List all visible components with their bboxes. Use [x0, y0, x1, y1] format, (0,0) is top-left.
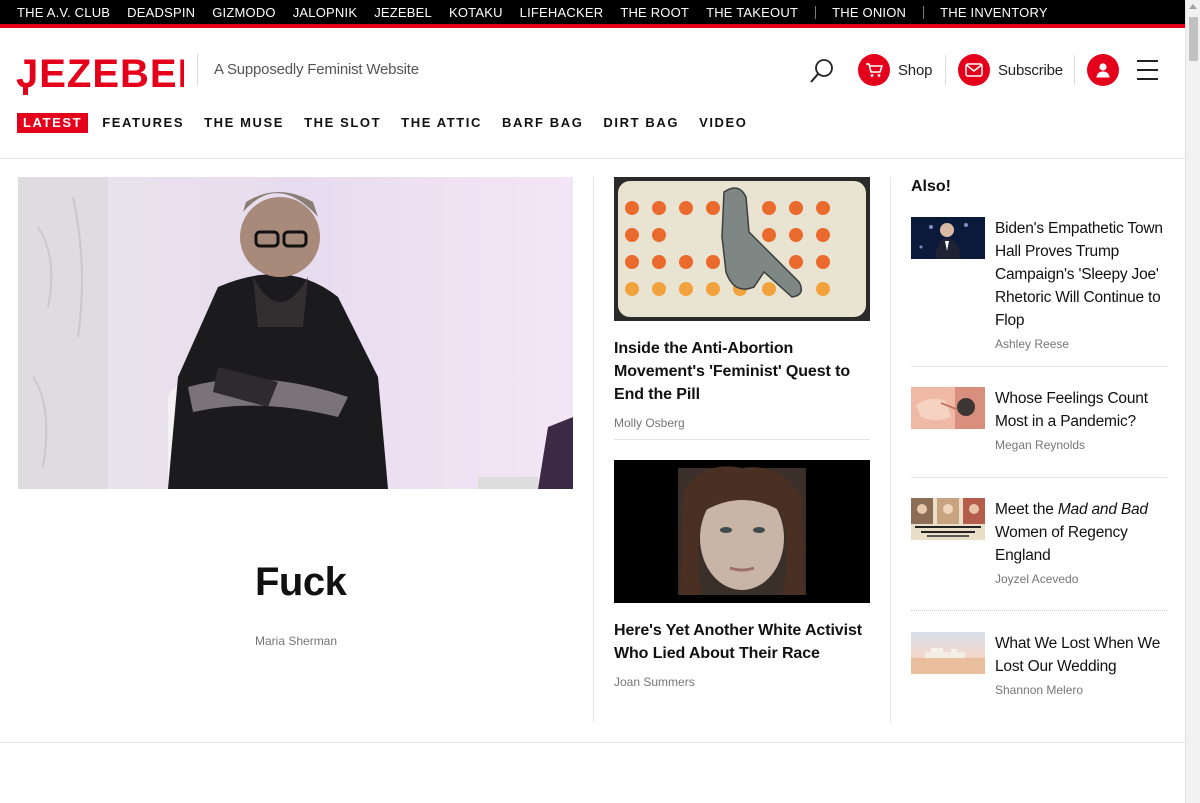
- network-link-gizmodo[interactable]: GIZMODO: [212, 5, 276, 20]
- column-divider: [890, 177, 891, 722]
- nav-barf-bag[interactable]: BARF BAG: [502, 113, 583, 133]
- network-separator: [815, 5, 817, 19]
- also-title[interactable]: Biden's Empathetic Town Hall Proves Trum…: [995, 217, 1167, 332]
- mail-icon: [958, 54, 990, 86]
- also-item: Whose Feelings Count Most in a Pandemic?…: [911, 387, 1167, 452]
- also-divider: [911, 477, 1167, 478]
- network-separator: [923, 5, 925, 19]
- also-divider: [911, 366, 1167, 367]
- section-nav: LATEST FEATURES THE MUSE THE SLOT THE AT…: [17, 113, 768, 133]
- network-link-the-onion[interactable]: THE ONION: [832, 5, 906, 20]
- lead-story-image[interactable]: [18, 177, 573, 489]
- also-thumb-biden[interactable]: [911, 217, 985, 259]
- also-author[interactable]: Shannon Melero: [995, 683, 1167, 697]
- nav-video[interactable]: VIDEO: [699, 113, 747, 133]
- nav-latest[interactable]: LATEST: [17, 113, 89, 133]
- story-title[interactable]: Here's Yet Another White Activist Who Li…: [614, 619, 870, 665]
- story-image-portrait[interactable]: [614, 460, 870, 603]
- also-item: What We Lost When We Lost Our Wedding Sh…: [911, 632, 1167, 697]
- lead-story-author[interactable]: Maria Sherman: [255, 634, 337, 648]
- also-divider: [911, 610, 1167, 611]
- shop-label: Shop: [898, 61, 933, 79]
- also-title[interactable]: Whose Feelings Count Most in a Pandemic?: [995, 387, 1167, 433]
- story-image-pill-illustration[interactable]: [614, 177, 870, 321]
- also-title-italic: Mad and Bad: [1057, 501, 1148, 518]
- section-bottom-rule: [0, 742, 1185, 743]
- nav-features[interactable]: FEATURES: [102, 113, 184, 133]
- cart-icon: [858, 54, 890, 86]
- network-link-the-takeout[interactable]: THE TAKEOUT: [706, 5, 798, 20]
- menu-icon[interactable]: [1137, 60, 1159, 80]
- network-link-the-inventory[interactable]: THE INVENTORY: [940, 5, 1048, 20]
- network-link-the-root[interactable]: THE ROOT: [620, 5, 689, 20]
- user-icon: [1087, 54, 1119, 86]
- story-card: Inside the Anti-Abortion Movement's 'Fem…: [614, 177, 870, 430]
- also-item: Meet the Mad and Bad Women of Regency En…: [911, 498, 1167, 586]
- column-divider: [593, 177, 594, 722]
- also-item: Biden's Empathetic Town Hall Proves Trum…: [911, 217, 1167, 351]
- header-divider: [197, 54, 198, 86]
- subscribe-label: Subscribe: [998, 61, 1063, 79]
- network-link-avclub[interactable]: THE A.V. CLUB: [17, 5, 110, 20]
- scroll-up-arrow[interactable]: [1189, 4, 1197, 9]
- story-author[interactable]: Joan Summers: [614, 675, 870, 689]
- shop-button[interactable]: Shop: [858, 54, 932, 86]
- lead-story-title[interactable]: Fuck: [255, 560, 347, 605]
- jezebel-logo[interactable]: JEZEBEL: [16, 51, 184, 97]
- also-author[interactable]: Ashley Reese: [995, 337, 1167, 351]
- network-bar: THE A.V. CLUB DEADSPIN GIZMODO JALOPNIK …: [0, 0, 1185, 28]
- network-link-deadspin[interactable]: DEADSPIN: [127, 5, 195, 20]
- header-divider: [945, 55, 946, 85]
- scrollbar-thumb[interactable]: [1189, 17, 1198, 61]
- network-link-jalopnik[interactable]: JALOPNIK: [293, 5, 357, 20]
- logo-text: JEZEBEL: [16, 52, 184, 96]
- nav-the-muse[interactable]: THE MUSE: [204, 113, 284, 133]
- story-title[interactable]: Inside the Anti-Abortion Movement's 'Fem…: [614, 337, 870, 406]
- scrollbar[interactable]: [1185, 0, 1200, 803]
- header-divider: [1074, 55, 1075, 85]
- story-divider: [614, 439, 870, 440]
- account-button[interactable]: [1087, 54, 1119, 86]
- also-title[interactable]: Meet the Mad and Bad Women of Regency En…: [995, 498, 1167, 567]
- story-card: Here's Yet Another White Activist Who Li…: [614, 460, 870, 689]
- also-author[interactable]: Joyzel Acevedo: [995, 572, 1167, 586]
- network-link-jezebel[interactable]: JEZEBEL: [374, 5, 432, 20]
- site-tagline: A Supposedly Feminist Website: [214, 61, 419, 78]
- subscribe-button[interactable]: Subscribe: [958, 54, 1063, 86]
- also-title-part: Meet the: [995, 501, 1058, 518]
- also-author[interactable]: Megan Reynolds: [995, 438, 1167, 452]
- network-link-kotaku[interactable]: KOTAKU: [449, 5, 503, 20]
- search-icon[interactable]: [808, 57, 836, 85]
- header-rule: [0, 158, 1185, 159]
- logo-mark: [23, 87, 28, 95]
- also-title-part: Women of Regency England: [995, 524, 1128, 564]
- nav-the-slot[interactable]: THE SLOT: [304, 113, 381, 133]
- also-thumb-wedding[interactable]: [911, 632, 985, 674]
- also-heading: Also!: [911, 178, 951, 195]
- also-thumb-regency-book[interactable]: [911, 498, 985, 540]
- also-thumb-hands[interactable]: [911, 387, 985, 429]
- story-author[interactable]: Molly Osberg: [614, 416, 870, 430]
- network-link-lifehacker[interactable]: LIFEHACKER: [520, 5, 604, 20]
- nav-the-attic[interactable]: THE ATTIC: [401, 113, 482, 133]
- also-title[interactable]: What We Lost When We Lost Our Wedding: [995, 632, 1167, 678]
- nav-dirt-bag[interactable]: DIRT BAG: [603, 113, 679, 133]
